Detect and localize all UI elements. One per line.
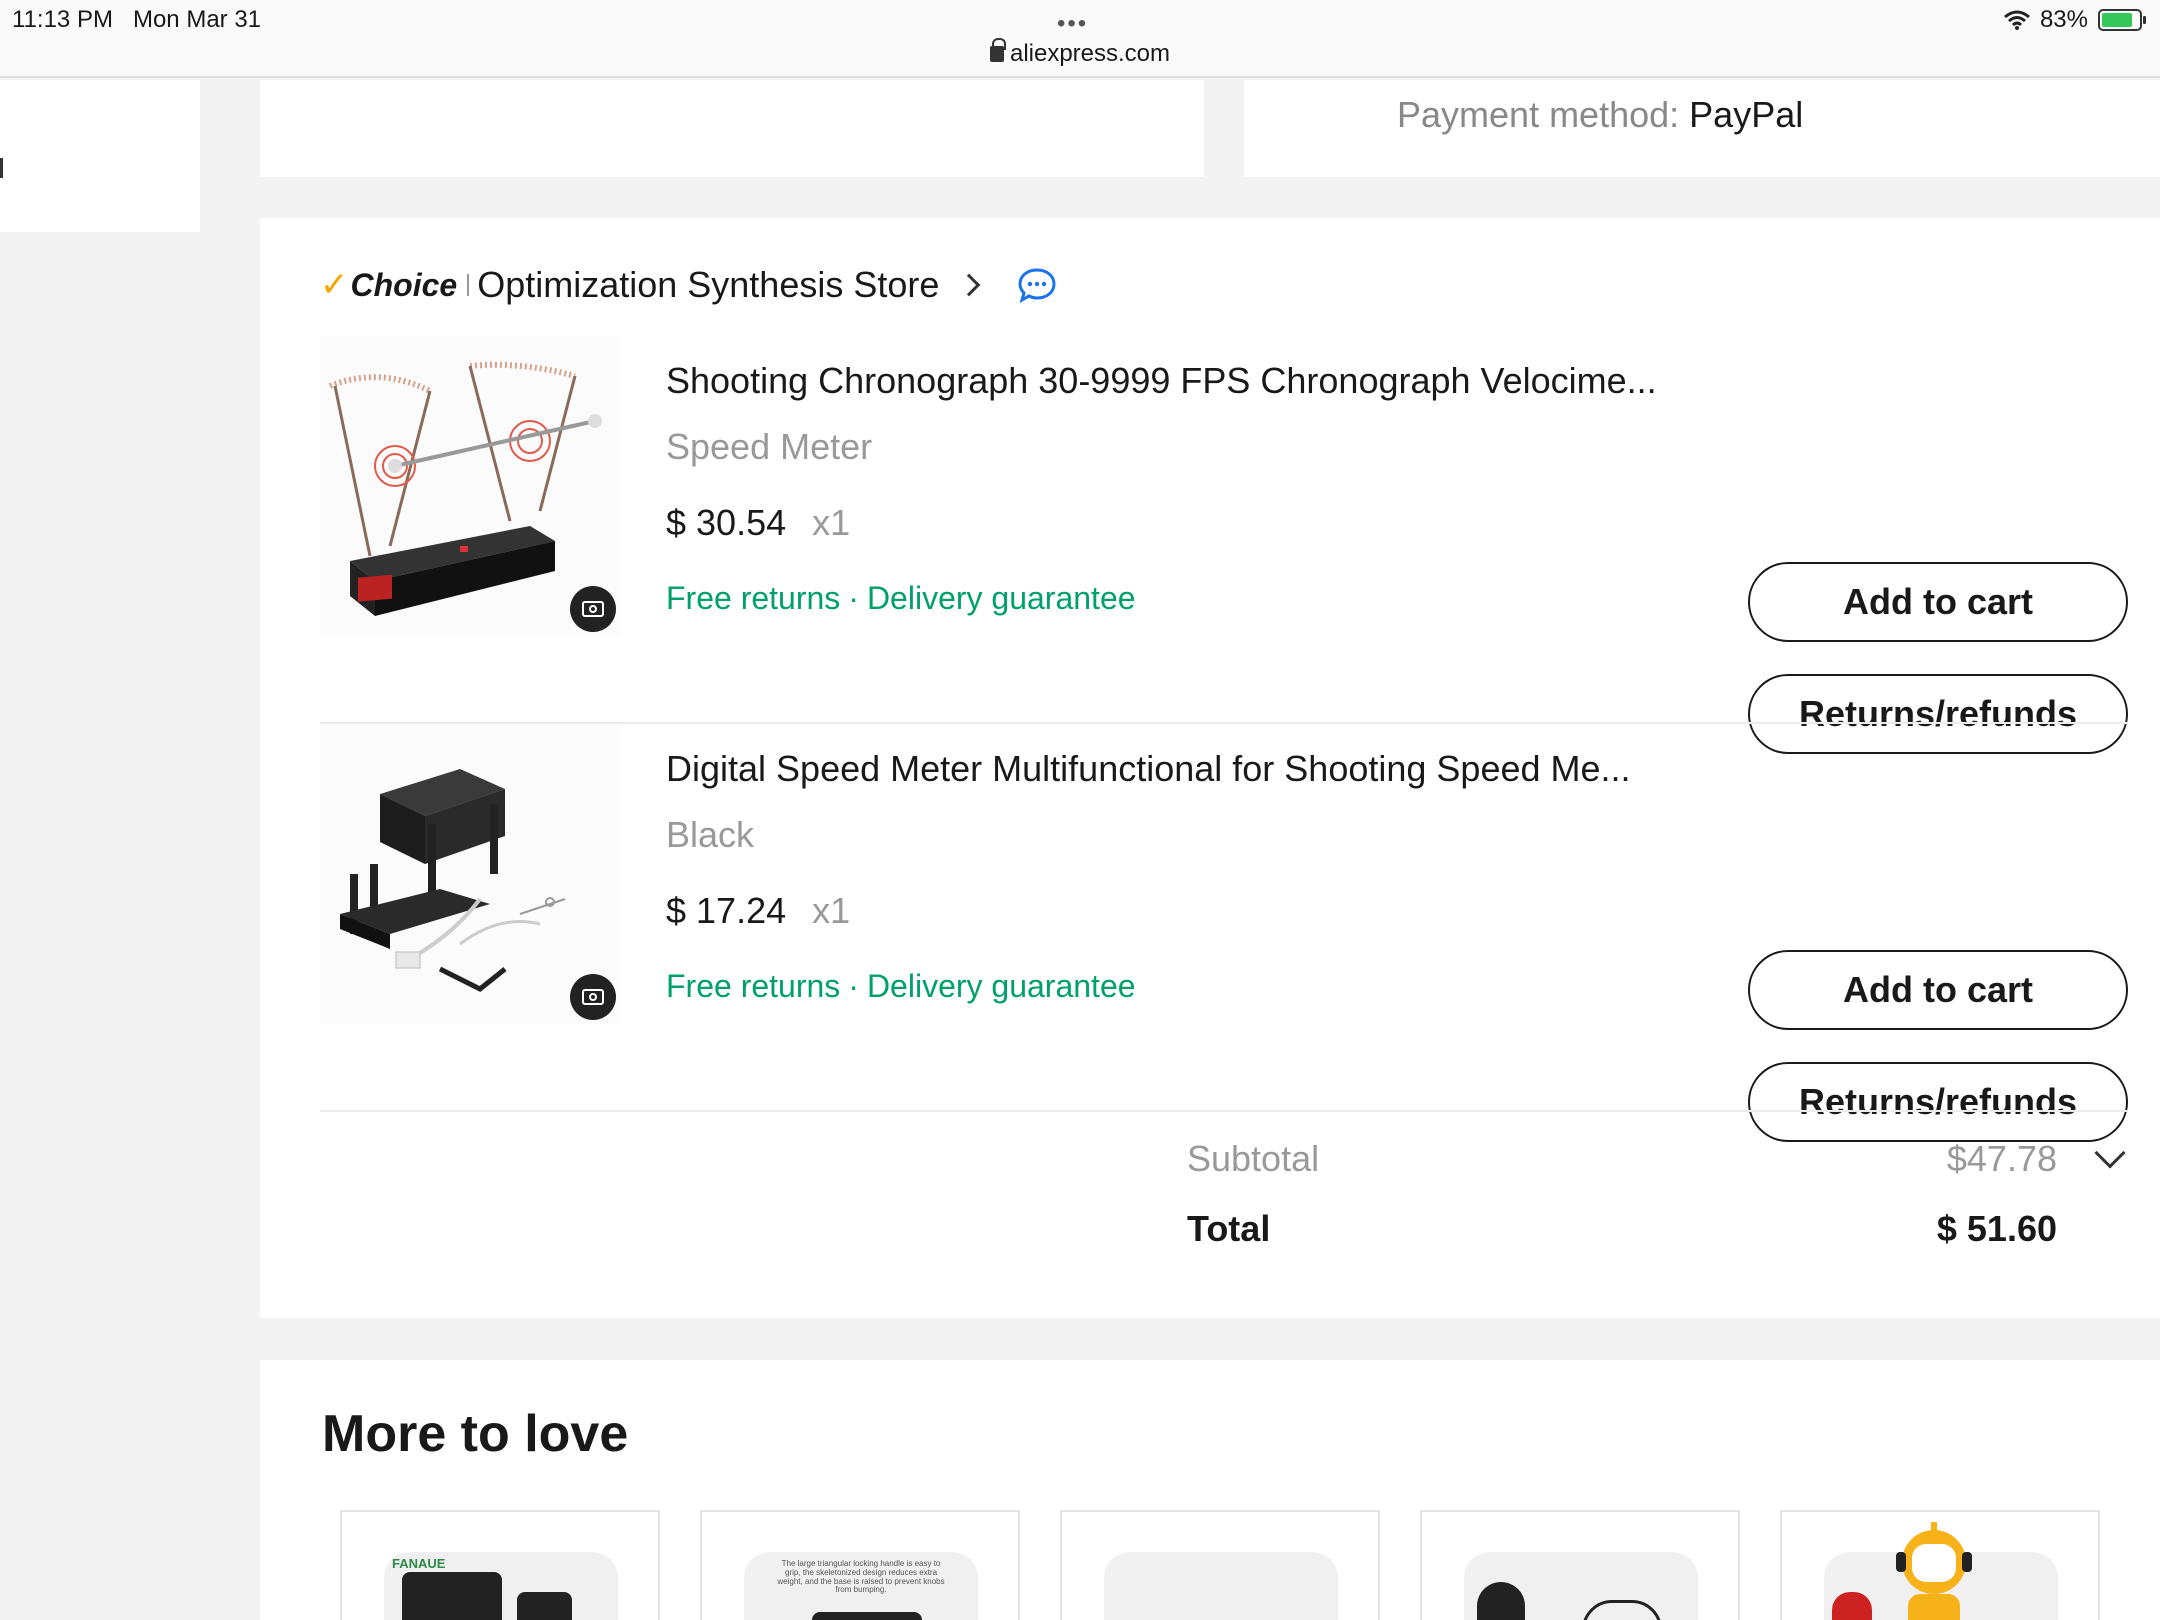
lock-icon [989,38,1006,62]
perk-separator: · [848,580,859,616]
recommendation-card[interactable] [1780,1510,2100,1620]
product-variant: Speed Meter [666,426,873,467]
quantity: x1 [812,502,851,543]
order-card: ✓ Choice Optimization Synthesis Store Sh… [260,218,2160,1318]
status-right: 83% [2003,6,2146,34]
status-time: 11:13 PM Mon Mar 31 [12,6,261,34]
address-bar[interactable]: aliexpress.com [0,38,2160,68]
subtotal-value: $47.78 [1946,1138,2057,1179]
battery-percent: 83% [2039,6,2088,33]
store-header[interactable]: ✓ Choice Optimization Synthesis Store [320,262,1057,308]
total-row: Total $ 51.60 [1187,1208,2127,1278]
delivery-guarantee-label: Delivery guarantee [866,968,1136,1004]
choice-text: Choice [350,266,458,303]
payment-label: Payment method: [1397,94,1680,135]
product-shape [812,1612,922,1620]
price-value: $ 30.54 [666,502,787,543]
choice-badge: ✓ Choice [320,265,457,305]
side-marker [0,158,3,178]
product-title[interactable]: Shooting Chronograph 30-9999 FPS Chronog… [666,360,1726,402]
product-caption: The large triangular locking handle is e… [777,1559,945,1595]
delivery-guarantee-label: Delivery guarantee [866,580,1136,616]
subtotal-label: Subtotal [1187,1138,1320,1179]
date-text: Mon Mar 31 [132,6,262,33]
assistant-mascot-icon[interactable] [1894,1522,1974,1620]
product-image-chronograph[interactable] [320,336,620,636]
order-info-card [260,80,1204,177]
recommendation-card[interactable] [1060,1510,1380,1620]
product-price: $ 30.54 x1 [666,502,850,544]
chronograph-illustration [328,361,602,616]
total-value: $ 51.60 [1936,1208,2057,1249]
url-text: aliexpress.com [1009,40,1171,67]
chevron-down-icon[interactable] [2094,1137,2126,1169]
product-shape [402,1572,502,1620]
free-returns-label: Free returns [666,968,841,1004]
recommendation-card[interactable]: The large triangular locking handle is e… [700,1510,1020,1620]
payment-card: Payment method: PayPal [1244,80,2160,177]
free-returns-label: Free returns [666,580,841,616]
speed-meter-illustration [340,769,566,992]
camera-icon[interactable] [570,586,616,632]
status-bar: 11:13 PM Mon Mar 31 ••• aliexpress.com 8… [0,0,2160,78]
payment-value: PayPal [1689,94,1804,135]
quantity: x1 [812,890,851,931]
subtotal-row[interactable]: Subtotal $47.78 [1187,1137,2127,1208]
battery-charging-icon [2098,9,2146,31]
recommendation-card[interactable]: FANAUE [340,1510,660,1620]
order-item: Shooting Chronograph 30-9999 FPS Chronog… [320,336,2128,754]
payment-method: Payment method: PayPal [1397,94,1803,136]
product-shape [1832,1592,1872,1620]
product-shape [517,1592,572,1620]
wifi-icon [2003,10,2030,30]
order-item: Digital Speed Meter Multifunctional for … [320,724,2128,1142]
recommendation-card[interactable] [1420,1510,1740,1620]
divider [467,274,470,296]
service-perks: Free returns · Delivery guarantee [666,580,1136,617]
chevron-right-icon[interactable] [958,273,981,297]
order-totals: Subtotal $47.78 Total $ 51.60 [1187,1137,2127,1278]
side-panel [0,80,200,232]
product-image [1104,1552,1338,1620]
item-divider [320,1110,2128,1112]
price-value: $ 17.24 [666,890,787,931]
product-image-speed-meter[interactable] [320,724,620,1024]
camera-icon[interactable] [570,974,616,1020]
total-label: Total [1187,1208,1271,1249]
product-variant: Black [666,814,755,855]
brand-label: FANAUE [392,1556,446,1571]
add-to-cart-button[interactable]: Add to cart [1748,562,2128,642]
product-price: $ 17.24 x1 [666,890,850,932]
add-to-cart-button[interactable]: Add to cart [1748,950,2128,1030]
chat-icon[interactable] [1017,267,1057,303]
returns-refunds-button[interactable]: Returns/refunds [1748,1062,2128,1142]
product-title[interactable]: Digital Speed Meter Multifunctional for … [666,748,1726,790]
multitasking-dots-icon[interactable]: ••• [1057,10,1088,38]
store-name[interactable]: Optimization Synthesis Store [477,264,939,306]
section-title: More to love [322,1405,629,1463]
more-to-love-section: More to love FANAUE The large triangular… [260,1360,2160,1620]
check-icon: ✓ [320,266,349,304]
service-perks: Free returns · Delivery guarantee [666,968,1136,1005]
time-text: 11:13 PM [12,6,113,33]
perk-separator: · [848,968,859,1004]
